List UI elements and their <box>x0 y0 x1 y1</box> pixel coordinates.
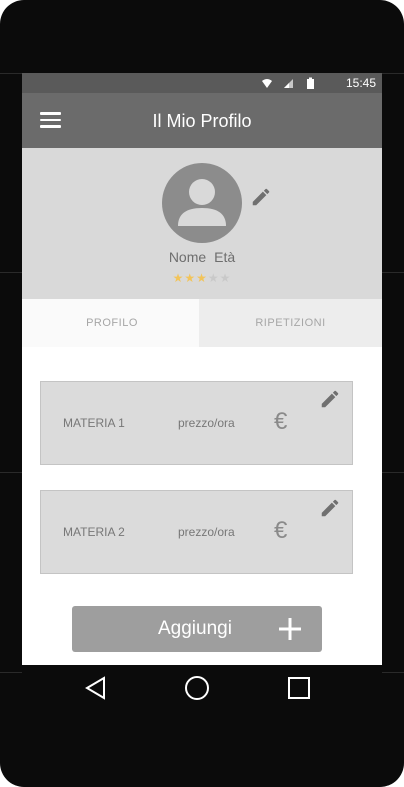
star-empty-icon: ★ <box>219 271 232 285</box>
plus-icon <box>279 618 301 640</box>
pencil-icon[interactable] <box>250 186 272 208</box>
subject-card[interactable]: MATERIA 2 prezzo/ora € <box>40 490 353 574</box>
rating-stars: ★★★★★ <box>22 272 382 284</box>
star-filled-icon: ★ <box>184 271 197 285</box>
price-label: prezzo/ora <box>178 525 235 539</box>
subject-card[interactable]: MATERIA 1 prezzo/ora € <box>40 381 353 465</box>
euro-icon: € <box>274 517 288 544</box>
frame-divider <box>382 472 404 473</box>
status-bar: 15:45 <box>22 73 382 93</box>
system-nav-bar <box>22 665 382 710</box>
tab-profilo[interactable]: PROFILO <box>22 299 202 347</box>
frame-divider <box>0 73 22 74</box>
page-title: Il Mio Profilo <box>152 111 252 131</box>
star-filled-icon: ★ <box>172 271 185 285</box>
pencil-icon[interactable] <box>319 497 341 519</box>
person-icon <box>162 163 242 243</box>
subject-name: MATERIA 1 <box>63 416 125 430</box>
back-triangle-icon[interactable] <box>83 675 109 701</box>
euro-icon: € <box>274 408 288 435</box>
signal-icon <box>284 79 293 88</box>
frame-divider <box>0 272 22 273</box>
profile-name: Nome <box>168 249 207 265</box>
phone-frame: 15:45 Il Mio Profilo Nome Età ★★★★★ PROF… <box>0 0 404 787</box>
recents-square-icon[interactable] <box>286 675 312 701</box>
tab-ripetizioni[interactable]: RIPETIZIONI <box>199 299 382 347</box>
home-circle-icon[interactable] <box>184 675 210 701</box>
pencil-icon[interactable] <box>319 388 341 410</box>
tab-bar: PROFILO RIPETIZIONI <box>22 299 382 347</box>
status-time: 15:45 <box>345 76 376 90</box>
frame-divider <box>382 672 404 673</box>
frame-divider <box>382 73 404 74</box>
avatar[interactable] <box>162 163 242 243</box>
price-label: prezzo/ora <box>178 416 235 430</box>
add-button-label: Aggiungi <box>158 618 232 639</box>
frame-divider <box>0 472 22 473</box>
frame-divider <box>382 272 404 273</box>
add-button[interactable]: Aggiungi <box>72 606 322 652</box>
name-age-row: Nome Età <box>22 249 382 265</box>
battery-icon <box>307 77 314 89</box>
wifi-icon <box>262 79 272 88</box>
app-bar: Il Mio Profilo <box>22 93 382 148</box>
app-screen: 15:45 Il Mio Profilo Nome Età ★★★★★ PROF… <box>22 73 382 665</box>
profile-header: Nome Età ★★★★★ <box>22 148 382 299</box>
profile-age: Età <box>214 249 236 265</box>
frame-divider <box>0 672 22 673</box>
star-filled-icon: ★ <box>196 271 208 285</box>
subject-name: MATERIA 2 <box>63 525 125 539</box>
status-icons <box>262 77 314 89</box>
star-empty-icon: ★ <box>207 271 220 285</box>
